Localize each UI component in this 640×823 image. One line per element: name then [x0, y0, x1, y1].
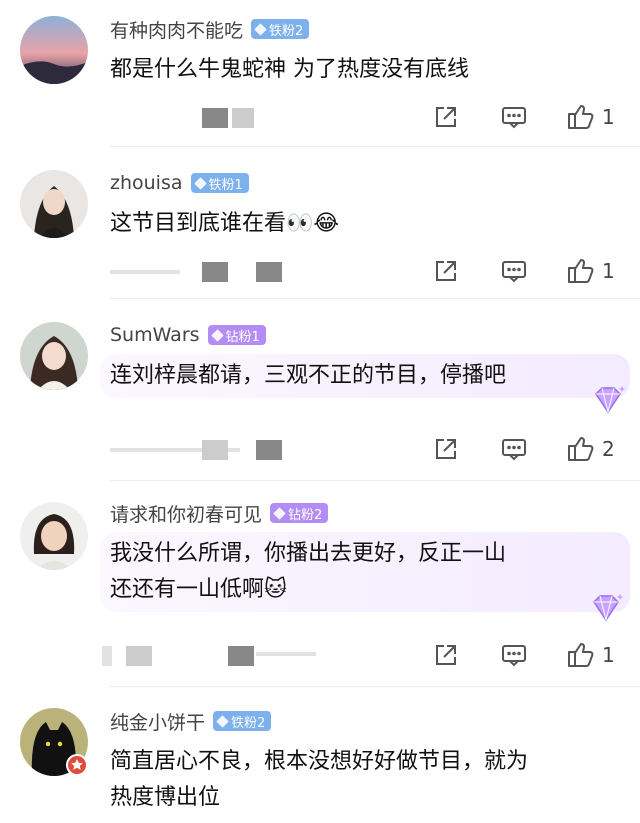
username[interactable]: 请求和你初春可见: [110, 500, 262, 527]
fan-badge: 铁粉2: [213, 711, 272, 731]
avatar[interactable]: [20, 16, 88, 84]
share-button[interactable]: [432, 638, 460, 672]
blurred-timestamp: [232, 108, 254, 128]
comment-icon: [500, 257, 528, 285]
comment-meta-row: 2: [110, 432, 640, 466]
comment-meta-row: 1: [102, 638, 640, 672]
verified-badge-icon: [66, 754, 88, 776]
diamond-gem-icon: [254, 22, 267, 36]
comment-text-line: 简直居心不良，根本没想好好做节目，就为: [110, 749, 529, 774]
blurred-timestamp: [256, 652, 316, 656]
blurred-timestamp: [202, 108, 228, 128]
comment-item: 有种肉肉不能吃 铁粉2 都是什么牛鬼蛇神 为了热度没有底线 1: [0, 0, 640, 150]
diamond-gem-icon: [210, 328, 224, 342]
comment-text: 连刘梓晨都请，三观不正的节目，停播吧: [100, 354, 630, 398]
like-count: 2: [602, 437, 615, 461]
like-button[interactable]: 1: [566, 638, 615, 672]
fan-badge: 铁粉2: [251, 19, 310, 39]
thumbs-up-icon: [566, 102, 596, 132]
share-icon: [432, 103, 460, 131]
blurred-timestamp: [228, 646, 254, 666]
comment-text: 我没什么所谓，你播出去更好，反正一山 还还有一山低啊🐱: [100, 532, 630, 612]
comment-meta-row: 1: [110, 100, 640, 134]
like-button[interactable]: 1: [566, 100, 615, 134]
comment-button[interactable]: [500, 638, 528, 672]
fan-badge-label: 铁粉2: [269, 23, 304, 39]
share-icon: [432, 257, 460, 285]
thumbs-up-icon: [566, 640, 596, 670]
comment-item: SumWars 钻粉1 连刘梓晨都请，三观不正的节目，停播吧 2: [0, 300, 640, 481]
like-count: 1: [602, 105, 615, 129]
divider: [110, 686, 640, 687]
avatar[interactable]: [20, 170, 88, 238]
comment-button[interactable]: [500, 432, 528, 466]
comment-text-line: 这节目到底谁在看👀😂: [110, 211, 340, 236]
blurred-timestamp: [256, 262, 282, 282]
share-button[interactable]: [432, 254, 460, 288]
comment-button[interactable]: [500, 254, 528, 288]
comment-item: zhouisa 铁粉1 这节目到底谁在看👀😂 1: [0, 150, 640, 300]
blurred-timestamp: [110, 270, 180, 274]
divider: [110, 480, 640, 481]
comment-text: 这节目到底谁在看👀😂: [100, 202, 630, 246]
fan-badge: 铁粉1: [190, 173, 249, 193]
fan-badge: 钻粉2: [270, 503, 329, 523]
like-count: 1: [602, 643, 615, 667]
blurred-timestamp: [126, 646, 152, 666]
like-button[interactable]: 1: [566, 254, 615, 288]
username[interactable]: 纯金小饼干: [110, 708, 205, 735]
thumbs-up-icon: [566, 256, 596, 286]
comment-text-line: 连刘梓晨都请，三观不正的节目，停播吧: [110, 363, 507, 388]
comment-icon: [500, 435, 528, 463]
share-icon: [432, 435, 460, 463]
blurred-timestamp: [102, 646, 112, 666]
comment-text-line: 我没什么所谓，你播出去更好，反正一山: [110, 541, 507, 566]
avatar[interactable]: [20, 502, 88, 570]
like-button[interactable]: 2: [566, 432, 615, 466]
diamond-gem-icon: [595, 386, 625, 414]
thumbs-up-icon: [566, 434, 596, 464]
comment-item: 纯金小饼干 铁粉2 简直居心不良，根本没想好好做节目，就为 热度博出位: [0, 688, 640, 823]
diamond-gem-icon: [593, 594, 623, 622]
username[interactable]: zhouisa: [110, 172, 183, 194]
comment-text-line: 都是什么牛鬼蛇神 为了热度没有底线: [110, 57, 469, 82]
comment-icon: [500, 641, 528, 669]
divider: [110, 146, 640, 147]
diamond-gem-icon: [193, 176, 207, 190]
comment-text-line: 还还有一山低啊🐱: [110, 577, 287, 602]
divider: [110, 298, 640, 299]
fan-badge-label: 钻粉2: [288, 507, 323, 523]
share-button[interactable]: [432, 100, 460, 134]
like-count: 1: [602, 259, 615, 283]
fan-badge-label: 铁粉1: [208, 177, 243, 193]
comment-text: 都是什么牛鬼蛇神 为了热度没有底线: [100, 48, 630, 92]
share-button[interactable]: [432, 432, 460, 466]
fan-badge-label: 铁粉2: [231, 715, 266, 731]
avatar[interactable]: [20, 322, 88, 390]
fan-badge: 钻粉1: [207, 325, 266, 345]
comment-button[interactable]: [500, 100, 528, 134]
diamond-gem-icon: [273, 506, 286, 520]
comment-meta-row: 1: [110, 254, 640, 288]
blurred-timestamp: [256, 440, 282, 460]
comment-item: 请求和你初春可见 钻粉2 我没什么所谓，你播出去更好，反正一山 还还有一山低啊🐱: [0, 482, 640, 688]
fan-badge-label: 钻粉1: [225, 329, 260, 345]
comment-text: 简直居心不良，根本没想好好做节目，就为 热度博出位: [100, 740, 630, 820]
username[interactable]: SumWars: [110, 324, 200, 346]
blurred-timestamp: [202, 262, 228, 282]
blurred-timestamp: [202, 440, 228, 460]
comment-icon: [500, 103, 528, 131]
diamond-gem-icon: [216, 714, 229, 728]
share-icon: [432, 641, 460, 669]
comment-text-line: 热度博出位: [110, 785, 221, 810]
username[interactable]: 有种肉肉不能吃: [110, 16, 243, 43]
